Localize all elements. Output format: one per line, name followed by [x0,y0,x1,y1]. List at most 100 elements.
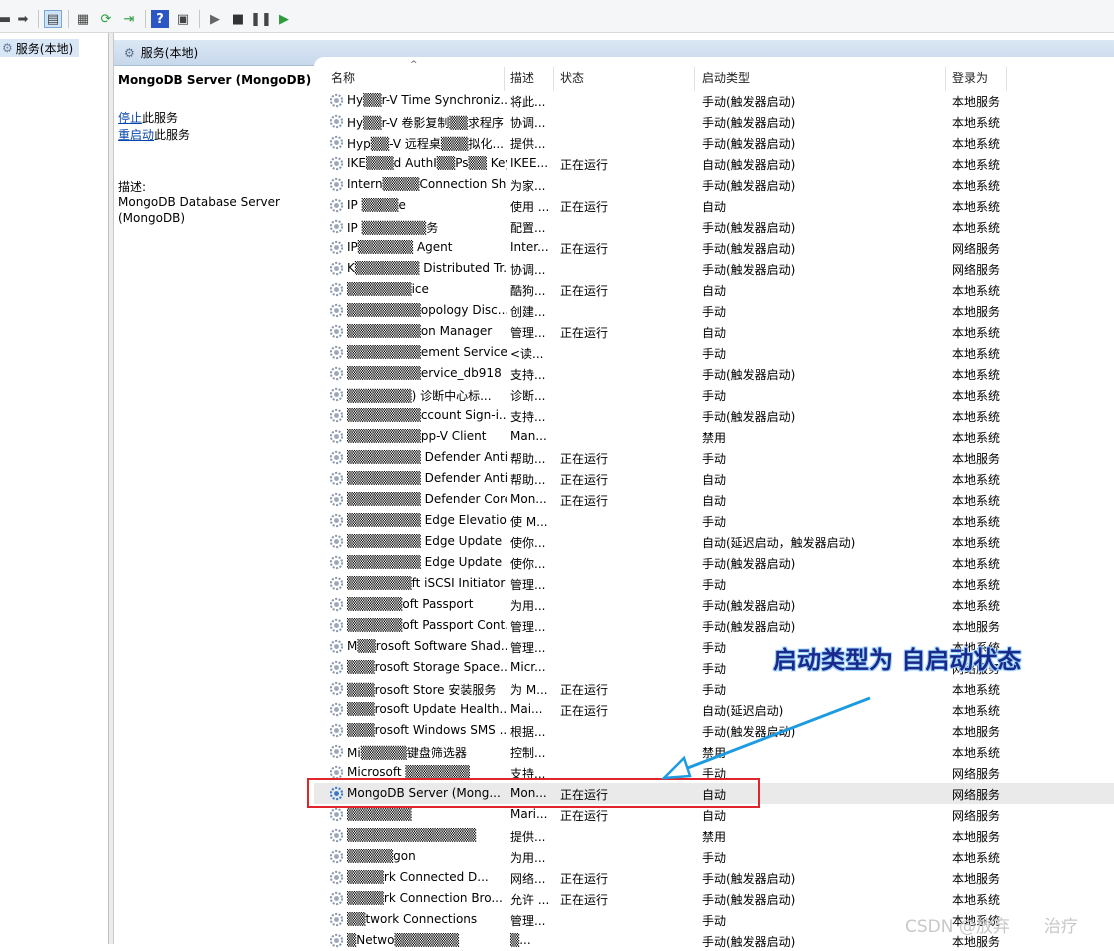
table-row[interactable]: ▒▒▒▒▒▒▒▒ccount Sign-i... 支持... 手动(触发器启动) 本地… [314,405,1114,426]
table-row[interactable]: ▒▒▒▒▒▒▒▒▒▒▒▒▒▒ 提供... 禁用 本地服务 [314,825,1114,846]
cell-desc: 为用... [510,851,546,865]
cell-name: ▒▒▒▒rk Connection Bro... [347,891,503,905]
table-row[interactable]: IP ▒▒▒▒▒▒▒务 配置... 手动(触发器启动) 本地系统 [314,216,1114,237]
column-header-description[interactable]: 描述 [510,69,534,87]
table-row[interactable]: ▒▒▒▒▒▒▒▒ Edge Update ... 使你... 自动(延迟启动，触发器… [314,531,1114,552]
cell-name: ▒▒▒▒▒▒▒▒▒▒▒▒▒▒ [347,828,477,842]
table-row[interactable]: Intern▒▒▒▒Connection Shari...为家... 手动(触发器… [314,174,1114,195]
service-gear-icon [329,450,344,465]
column-divider[interactable] [945,67,946,91]
cell-name: IP ▒▒▒▒e [347,198,406,212]
cell-logon: 本地系统 [952,410,1001,424]
table-row[interactable]: ▒▒▒▒▒▒▒▒ Defender Core... Mon... 正在运行 自动 本地系… [314,489,1114,510]
table-row[interactable]: ▒▒▒▒▒▒▒▒ Defender Antiv...帮助... 正在运行 自动 本地系… [314,468,1114,489]
table-row[interactable]: ▒▒▒▒▒▒▒ice 酷狗... 正在运行 自动 本地系统 [314,279,1114,300]
action-pane-icon[interactable]: ▣ [174,10,192,28]
table-row[interactable]: ▒▒▒▒▒▒▒ft iSCSI Initiator ... 管理... 手动 本地系统 [314,573,1114,594]
cell-name: ▒Netwo▒▒▒▒▒▒▒ [347,933,460,947]
table-row[interactable]: ▒▒▒▒rk Connection Bro... 允许 ... 正在运行 手动(触发器… [314,888,1114,909]
table-row[interactable]: Hy▒▒r-V 卷影复制▒▒求程序 协调... 手动(触发器启动) 本地系统 [314,111,1114,132]
cell-status: 正在运行 [560,200,609,214]
cell-desc: 为 M... [510,683,548,697]
cell-desc: <读... [510,347,544,361]
service-gear-icon [329,933,344,948]
column-divider[interactable] [553,67,554,91]
table-row[interactable]: IKE▒▒▒d AuthI▒▒Ps▒▒ Key... IKEE... 正在运行 自动(… [314,153,1114,174]
table-row[interactable]: ▒▒▒▒▒▒▒▒ement Service <读... 手动 本地系统 [314,342,1114,363]
service-gear-icon [329,303,344,318]
cell-name: ▒▒▒rosoft Windows SMS ... [347,723,507,737]
service-gear-icon [329,282,344,297]
service-gear-icon [329,219,344,234]
column-header-startup-type[interactable]: 启动类型 [702,69,750,87]
table-row[interactable]: ▒▒▒▒▒▒▒▒opology Disc... 创建... 手动 本地服务 [314,300,1114,321]
cell-name: ▒▒▒rosoft Storage Space... [347,660,507,674]
service-gear-icon [329,576,344,591]
cell-desc: 诊断... [510,389,546,403]
table-row[interactable]: ▒▒▒▒▒▒▒▒ Edge Elevation...使 M... 手动 本地系统 [314,510,1114,531]
table-row[interactable]: Hyp▒▒-V 远程桌▒▒▒拟化... 提供... 手动(触发器启动) 本地系统 [314,132,1114,153]
properties-icon[interactable]: ▦ [74,10,92,28]
table-row[interactable]: ▒▒▒▒▒▒▒▒ Edge Update ... 使你... 手动(触发器启动) 本地… [314,552,1114,573]
cell-logon: 本地服务 [952,452,1001,466]
cell-logon: 本地系统 [952,284,1001,298]
table-row[interactable]: IP▒▒▒▒▒▒ Agent Inter... 正在运行 手动(触发器启动) 网络服务 [314,237,1114,258]
stop-service-icon[interactable]: ■ [229,10,247,28]
start-service-icon[interactable]: ▶ [206,10,224,28]
cell-name: Hyp▒▒-V 远程桌▒▒▒拟化... [347,137,504,151]
restart-service-action: 重启动此服务 [118,126,190,143]
table-row[interactable]: ▒▒▒▒▒▒▒▒ Defender Antiv...帮助... 正在运行 手动 本地服… [314,447,1114,468]
column-divider[interactable] [504,67,505,91]
service-gear-icon [329,261,344,276]
service-gear-icon [329,744,344,759]
table-row[interactable]: ▒▒▒▒▒▒oft Passport 为用... 手动(触发器启动) 本地系统 [314,594,1114,615]
pause-service-icon[interactable]: ❚❚ [250,10,272,28]
column-divider[interactable] [1006,67,1007,91]
export-list-icon[interactable]: ⇥ [120,10,138,28]
cell-desc: 支持... [510,368,546,382]
back-arrow-icon[interactable]: ▬ [0,10,14,28]
cell-logon: 本地系统 [952,431,1001,445]
column-header-logon-as[interactable]: 登录为 [952,69,988,87]
service-gear-icon [329,723,344,738]
column-header-status[interactable]: 状态 [560,69,584,87]
service-gear-icon [329,849,344,864]
cell-status: 正在运行 [560,284,609,298]
cell-startup: 自动(延迟启动，触发器启动) [702,536,856,550]
table-row[interactable]: IP ▒▒▒▒e 使用 ... 正在运行 自动 本地系统 [314,195,1114,216]
forward-arrow-icon[interactable]: ➡ [14,10,32,28]
restart-service-icon[interactable]: ▶ [275,10,293,28]
column-header-name[interactable]: 名称 [331,69,355,87]
tree-item-services-local[interactable]: ⚙ 服务(本地) [0,39,80,57]
column-divider[interactable] [694,67,695,91]
cell-logon: 本地系统 [952,347,1001,361]
toolbar-separator [145,10,146,28]
table-row[interactable]: ▒▒▒▒rk Connected D... 网络... 正在运行 手动(触发器启动) 本… [314,867,1114,888]
service-gear-icon [329,639,344,654]
cell-logon: 本地系统 [952,326,1001,340]
cell-desc: Mai... [510,702,543,716]
service-gear-icon [329,471,344,486]
service-gear-icon [329,198,344,213]
restart-service-link[interactable]: 重启动 [118,128,154,142]
cell-startup: 手动 [702,452,727,466]
service-gear-icon [329,177,344,192]
table-row[interactable]: ▒▒▒▒▒▒oft Passport Cont... 管理... 手动(触发器启动)… [314,615,1114,636]
cell-desc: 创建... [510,305,546,319]
table-row[interactable]: Hy▒▒r-V Time Synchroniz... 将此... 手动(触发器启动)… [314,90,1114,111]
cell-startup: 手动(触发器启动) [702,620,796,634]
service-gear-icon [329,870,344,885]
cell-desc: 管理... [510,578,546,592]
cell-name: ▒▒▒▒▒▒▒▒ Defender Core... [347,492,507,506]
stop-service-link[interactable]: 停止 [118,111,142,125]
cell-logon: 网络服务 [952,767,1001,781]
table-row[interactable]: ▒▒▒▒▒▒▒▒on Manager 管理... 正在运行 自动 本地系统 [314,321,1114,342]
table-row[interactable]: ▒▒▒▒▒▒▒▒ervice_db918 支持... 手动(触发器启动) 本地系统 [314,363,1114,384]
table-row[interactable]: K▒▒▒▒▒▒▒ Distributed Tr... 协调... 手动(触发器启动)… [314,258,1114,279]
show-tree-icon[interactable]: ▤ [44,10,62,28]
help-icon[interactable]: ? [151,10,169,28]
table-row[interactable]: ▒▒▒▒▒▒▒) 诊断中心标... 诊断... 手动 本地系统 [314,384,1114,405]
table-row[interactable]: ▒▒▒▒▒gon 为用... 手动 本地系统 [314,846,1114,867]
table-row[interactable]: ▒▒▒▒▒▒▒▒pp-V Client Man... 禁用 本地系统 [314,426,1114,447]
refresh-icon[interactable]: ⟳ [97,10,115,28]
